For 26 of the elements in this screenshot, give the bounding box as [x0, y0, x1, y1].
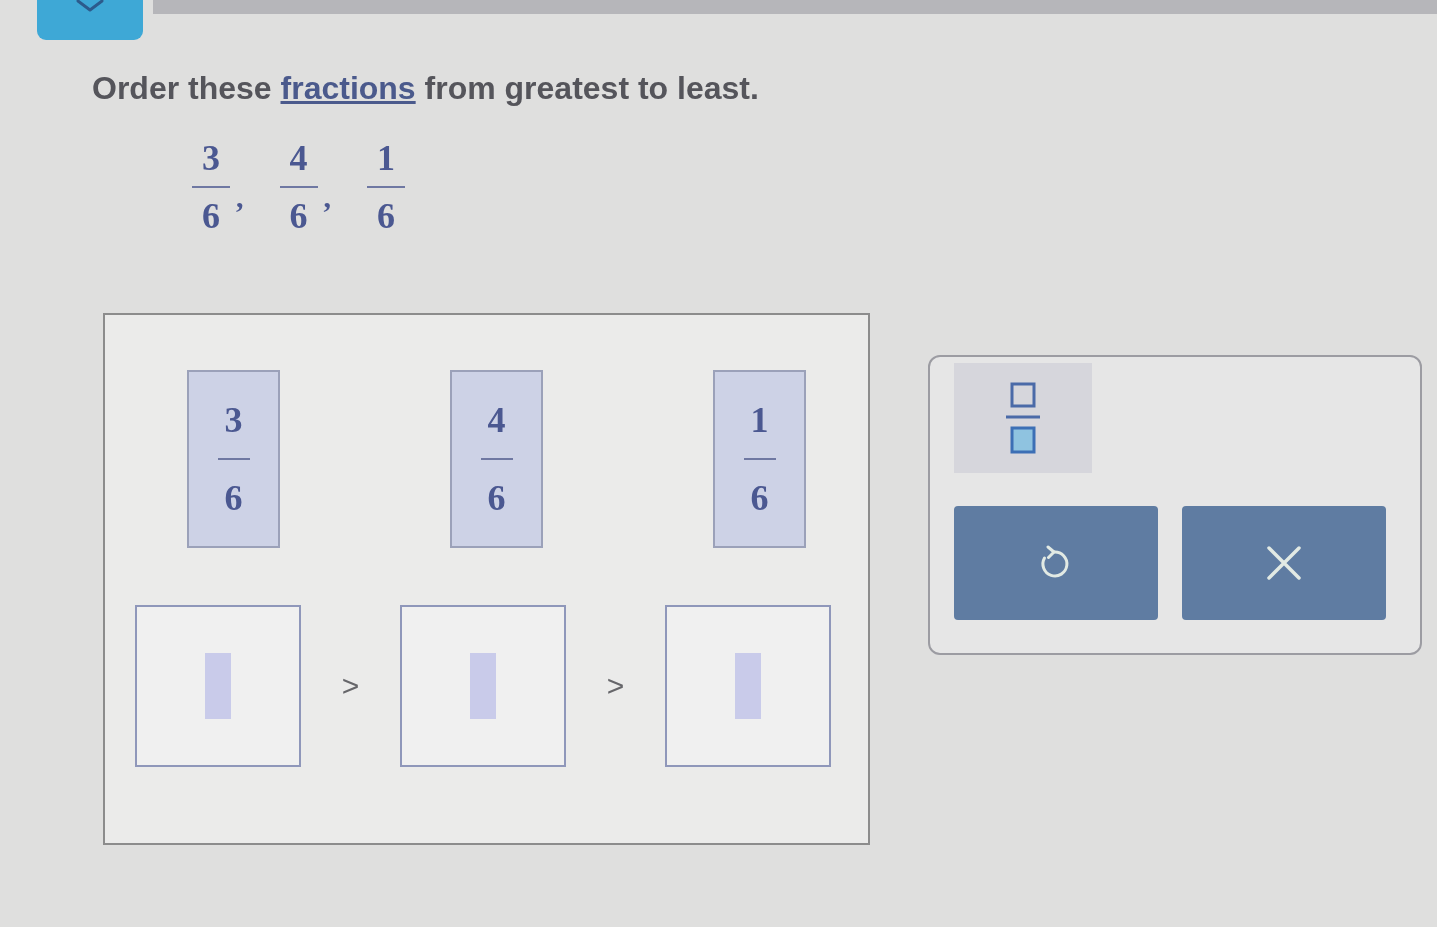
denominator: 6: [289, 198, 308, 234]
chevron-down-icon: [76, 0, 104, 12]
answer-box[interactable]: [400, 605, 566, 767]
numerator: 3: [202, 140, 220, 176]
comparison-sign: >: [605, 669, 626, 703]
placeholder-block-icon: [735, 653, 761, 719]
denominator: 6: [377, 198, 395, 234]
collapse-tab[interactable]: [37, 0, 143, 40]
fraction-tile[interactable]: 1 6: [713, 370, 806, 548]
numerator: 4: [289, 140, 308, 176]
comparison-sign: >: [340, 669, 361, 703]
answer-box[interactable]: [135, 605, 301, 767]
close-icon: [1266, 545, 1302, 581]
fraction-tile[interactable]: 4 6: [450, 370, 543, 548]
answer-box[interactable]: [665, 605, 831, 767]
placeholder-block-icon: [205, 653, 231, 719]
question-text: Order these fractions from greatest to least.: [92, 70, 760, 107]
fraction-template-button[interactable]: [954, 363, 1092, 473]
placeholder-block-icon: [470, 653, 496, 719]
list-separator: ,: [236, 182, 244, 212]
denominator: 6: [202, 198, 220, 234]
term-link[interactable]: fractions: [280, 70, 416, 106]
numerator: 1: [377, 140, 395, 176]
fraction-template-icon: [1005, 382, 1041, 454]
list-separator: ,: [323, 182, 331, 212]
fraction-tile[interactable]: 3 6: [187, 370, 280, 548]
